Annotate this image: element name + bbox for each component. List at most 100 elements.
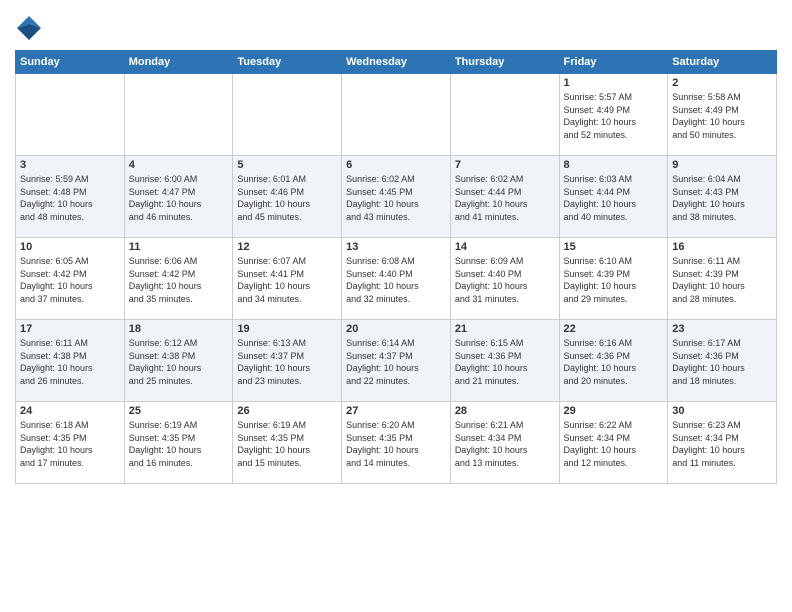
day-info: Sunrise: 6:19 AM Sunset: 4:35 PM Dayligh… (237, 419, 337, 469)
day-cell: 30Sunrise: 6:23 AM Sunset: 4:34 PM Dayli… (668, 402, 777, 484)
day-info: Sunrise: 6:03 AM Sunset: 4:44 PM Dayligh… (564, 173, 664, 223)
day-info: Sunrise: 6:11 AM Sunset: 4:39 PM Dayligh… (672, 255, 772, 305)
day-cell: 5 Sunrise: 6:01 AM Sunset: 4:46 PM Daylig… (233, 156, 342, 238)
day-info: Sunrise: 5:58 AM Sunset: 4:49 PM Dayligh… (672, 91, 772, 141)
day-cell: 23 Sunrise: 6:17 AM Sunset: 4:36 PM Dayli… (668, 320, 777, 402)
day-cell: 17 Sunrise: 6:11 AM Sunset: 4:38 PM Dayli… (16, 320, 125, 402)
day-number: 15 (564, 241, 664, 253)
day-number: 11 (129, 241, 229, 253)
day-info: Sunrise: 6:18 AM Sunset: 4:35 PM Dayligh… (20, 419, 120, 469)
week-row-5: 24Sunrise: 6:18 AM Sunset: 4:35 PM Dayli… (16, 402, 777, 484)
day-number: 26 (237, 405, 337, 417)
day-cell (342, 74, 451, 156)
day-number: 21 (455, 323, 555, 335)
day-cell (450, 74, 559, 156)
day-cell: 19 Sunrise: 6:13 AM Sunset: 4:37 PM Dayli… (233, 320, 342, 402)
logo-icon (15, 14, 43, 42)
day-cell: 15 Sunrise: 6:10 AM Sunset: 4:39 PM Dayli… (559, 238, 668, 320)
day-number: 19 (237, 323, 337, 335)
day-cell: 7 Sunrise: 6:02 AM Sunset: 4:44 PM Daylig… (450, 156, 559, 238)
day-info: Sunrise: 6:15 AM Sunset: 4:36 PM Dayligh… (455, 337, 555, 387)
day-number: 2 (672, 77, 772, 89)
day-info: Sunrise: 6:19 AM Sunset: 4:35 PM Dayligh… (129, 419, 229, 469)
day-cell: 11 Sunrise: 6:06 AM Sunset: 4:42 PM Dayli… (124, 238, 233, 320)
day-cell: 27 Sunrise: 6:20 AM Sunset: 4:35 PM Dayli… (342, 402, 451, 484)
day-info: Sunrise: 6:13 AM Sunset: 4:37 PM Dayligh… (237, 337, 337, 387)
day-info: Sunrise: 6:12 AM Sunset: 4:38 PM Dayligh… (129, 337, 229, 387)
day-number: 27 (346, 405, 446, 417)
day-info: Sunrise: 6:21 AM Sunset: 4:34 PM Dayligh… (455, 419, 555, 469)
day-info: Sunrise: 6:04 AM Sunset: 4:43 PM Dayligh… (672, 173, 772, 223)
header-cell-thursday: Thursday (450, 51, 559, 74)
calendar-page: SundayMondayTuesdayWednesdayThursdayFrid… (0, 0, 792, 612)
day-number: 16 (672, 241, 772, 253)
day-cell: 1Sunrise: 5:57 AM Sunset: 4:49 PM Daylig… (559, 74, 668, 156)
calendar-table: SundayMondayTuesdayWednesdayThursdayFrid… (15, 50, 777, 484)
day-cell: 3Sunrise: 5:59 AM Sunset: 4:48 PM Daylig… (16, 156, 125, 238)
week-row-2: 3Sunrise: 5:59 AM Sunset: 4:48 PM Daylig… (16, 156, 777, 238)
day-number: 5 (237, 159, 337, 171)
day-info: Sunrise: 6:01 AM Sunset: 4:46 PM Dayligh… (237, 173, 337, 223)
header-cell-friday: Friday (559, 51, 668, 74)
header-cell-sunday: Sunday (16, 51, 125, 74)
header-cell-wednesday: Wednesday (342, 51, 451, 74)
day-number: 10 (20, 241, 120, 253)
day-info: Sunrise: 6:14 AM Sunset: 4:37 PM Dayligh… (346, 337, 446, 387)
day-info: Sunrise: 6:11 AM Sunset: 4:38 PM Dayligh… (20, 337, 120, 387)
day-number: 7 (455, 159, 555, 171)
day-info: Sunrise: 6:00 AM Sunset: 4:47 PM Dayligh… (129, 173, 229, 223)
day-number: 23 (672, 323, 772, 335)
day-cell: 8 Sunrise: 6:03 AM Sunset: 4:44 PM Daylig… (559, 156, 668, 238)
day-info: Sunrise: 6:20 AM Sunset: 4:35 PM Dayligh… (346, 419, 446, 469)
day-number: 14 (455, 241, 555, 253)
day-cell: 18Sunrise: 6:12 AM Sunset: 4:38 PM Dayli… (124, 320, 233, 402)
day-cell (233, 74, 342, 156)
day-cell: 12Sunrise: 6:07 AM Sunset: 4:41 PM Dayli… (233, 238, 342, 320)
day-number: 4 (129, 159, 229, 171)
day-cell: 22 Sunrise: 6:16 AM Sunset: 4:36 PM Dayli… (559, 320, 668, 402)
day-number: 20 (346, 323, 446, 335)
day-cell: 10 Sunrise: 6:05 AM Sunset: 4:42 PM Dayli… (16, 238, 125, 320)
day-cell: 13 Sunrise: 6:08 AM Sunset: 4:40 PM Dayli… (342, 238, 451, 320)
week-row-3: 10 Sunrise: 6:05 AM Sunset: 4:42 PM Dayli… (16, 238, 777, 320)
day-cell: 24Sunrise: 6:18 AM Sunset: 4:35 PM Dayli… (16, 402, 125, 484)
day-cell: 20 Sunrise: 6:14 AM Sunset: 4:37 PM Dayli… (342, 320, 451, 402)
day-info: Sunrise: 5:59 AM Sunset: 4:48 PM Dayligh… (20, 173, 120, 223)
day-info: Sunrise: 6:10 AM Sunset: 4:39 PM Dayligh… (564, 255, 664, 305)
day-info: Sunrise: 6:05 AM Sunset: 4:42 PM Dayligh… (20, 255, 120, 305)
day-number: 28 (455, 405, 555, 417)
day-info: Sunrise: 6:02 AM Sunset: 4:44 PM Dayligh… (455, 173, 555, 223)
day-number: 25 (129, 405, 229, 417)
day-info: Sunrise: 6:02 AM Sunset: 4:45 PM Dayligh… (346, 173, 446, 223)
day-number: 6 (346, 159, 446, 171)
day-info: Sunrise: 6:06 AM Sunset: 4:42 PM Dayligh… (129, 255, 229, 305)
day-number: 29 (564, 405, 664, 417)
day-cell: 2 Sunrise: 5:58 AM Sunset: 4:49 PM Daylig… (668, 74, 777, 156)
day-cell: 9 Sunrise: 6:04 AM Sunset: 4:43 PM Daylig… (668, 156, 777, 238)
day-cell (16, 74, 125, 156)
day-cell: 4 Sunrise: 6:00 AM Sunset: 4:47 PM Daylig… (124, 156, 233, 238)
day-cell: 28 Sunrise: 6:21 AM Sunset: 4:34 PM Dayli… (450, 402, 559, 484)
day-cell: 14Sunrise: 6:09 AM Sunset: 4:40 PM Dayli… (450, 238, 559, 320)
header-cell-saturday: Saturday (668, 51, 777, 74)
day-info: Sunrise: 6:16 AM Sunset: 4:36 PM Dayligh… (564, 337, 664, 387)
day-number: 17 (20, 323, 120, 335)
day-number: 13 (346, 241, 446, 253)
day-number: 9 (672, 159, 772, 171)
day-info: Sunrise: 5:57 AM Sunset: 4:49 PM Dayligh… (564, 91, 664, 141)
header (15, 10, 777, 42)
day-info: Sunrise: 6:17 AM Sunset: 4:36 PM Dayligh… (672, 337, 772, 387)
day-info: Sunrise: 6:23 AM Sunset: 4:34 PM Dayligh… (672, 419, 772, 469)
calendar-header: SundayMondayTuesdayWednesdayThursdayFrid… (16, 51, 777, 74)
day-cell: 6 Sunrise: 6:02 AM Sunset: 4:45 PM Daylig… (342, 156, 451, 238)
day-cell: 21 Sunrise: 6:15 AM Sunset: 4:36 PM Dayli… (450, 320, 559, 402)
header-cell-monday: Monday (124, 51, 233, 74)
day-number: 8 (564, 159, 664, 171)
day-cell: 26 Sunrise: 6:19 AM Sunset: 4:35 PM Dayli… (233, 402, 342, 484)
day-info: Sunrise: 6:08 AM Sunset: 4:40 PM Dayligh… (346, 255, 446, 305)
calendar-body: 1Sunrise: 5:57 AM Sunset: 4:49 PM Daylig… (16, 74, 777, 484)
day-number: 22 (564, 323, 664, 335)
day-info: Sunrise: 6:07 AM Sunset: 4:41 PM Dayligh… (237, 255, 337, 305)
week-row-1: 1Sunrise: 5:57 AM Sunset: 4:49 PM Daylig… (16, 74, 777, 156)
logo (15, 14, 47, 42)
